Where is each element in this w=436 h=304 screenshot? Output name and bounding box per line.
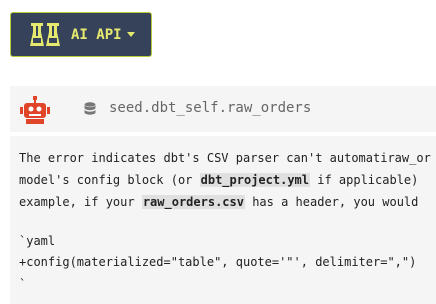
inline-code: dbt_project.yml [199,173,310,187]
message-header: seed.dbt_self.raw_orders [10,86,436,132]
text-segment: example, if your [19,195,142,209]
ai-api-label: AI API [71,26,122,43]
text-segment: model's config block (or [19,173,200,187]
text-segment: has a header, you would [244,195,419,209]
message-line: model's config block (or dbt_project.yml… [19,172,418,188]
code-line: `yaml [19,234,56,248]
database-icon [84,102,96,115]
message-line: The error indicates dbt's CSV parser can… [19,151,431,165]
text-segment: if applicable) [310,173,419,187]
code-line: ` [19,277,27,291]
message-body: The error indicates dbt's CSV parser can… [10,136,436,304]
flask-icon [30,22,60,46]
robot-icon [20,96,50,124]
code-line: +config(materialized="table", quote='"',… [19,255,417,269]
chevron-down-icon [126,32,135,37]
ai-api-button[interactable]: AI API [10,12,152,57]
inline-code: raw_orders.csv [141,195,245,209]
message-line: example, if your raw_orders.csv has a he… [19,194,418,210]
source-label: seed.dbt_self.raw_orders [109,100,312,116]
